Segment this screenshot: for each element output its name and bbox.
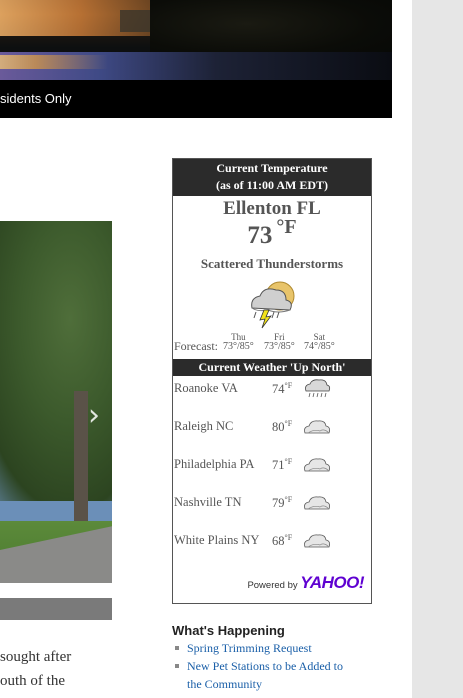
photo-caption-bar <box>0 598 112 620</box>
weather-header: Current Temperature (as of 11:00 AM EDT) <box>173 159 371 196</box>
north-city-temp: 80°F <box>272 419 293 435</box>
north-city-row: Nashville TN 79°F <box>173 490 371 528</box>
forecast-range: 73°/85° <box>223 341 254 352</box>
north-city-row: White Plains NY 68°F <box>173 528 371 566</box>
weather-header-time: (as of 11:00 AM EDT) <box>216 178 328 192</box>
cloud-icon <box>304 534 330 548</box>
forecast-row: Forecast: Thu 73°/85° Fri 73°/85° Sat 74… <box>173 332 371 356</box>
north-city-row: Roanoke VA 74°F <box>173 376 371 414</box>
forecast-range: 73°/85° <box>264 341 295 352</box>
forecast-day: Fri 73°/85° <box>264 332 295 352</box>
banner-photo <box>0 0 392 80</box>
forecast-day: Thu 73°/85° <box>223 332 254 352</box>
slider-next-icon[interactable]: › <box>88 401 104 431</box>
cloud-icon <box>304 458 330 472</box>
page-gutter <box>412 0 463 698</box>
forecast-day: Sat 74°/85° <box>304 332 335 352</box>
weather-city: Ellenton FL <box>223 198 321 219</box>
weather-header-title: Current Temperature <box>216 161 328 175</box>
header-banner: sidents Only <box>0 0 392 118</box>
happening-list: Spring Trimming Request New Pet Stations… <box>172 639 402 693</box>
temperature-unit: °F <box>276 216 297 238</box>
cloud-icon <box>304 496 330 510</box>
weather-condition: Scattered Thunderstorms <box>200 256 344 271</box>
temperature-value: 73 <box>247 222 273 249</box>
north-city-temp: 68°F <box>272 533 293 549</box>
yahoo-logo[interactable]: YAHOO! <box>300 573 364 592</box>
rain-cloud-icon <box>305 379 331 398</box>
current-temperature: 73 °F <box>173 216 371 252</box>
list-item: Spring Trimming Request <box>172 639 402 657</box>
up-north-header: Current Weather 'Up North' <box>173 359 371 376</box>
article-text: sought after outh of the <box>0 645 110 693</box>
happening-link[interactable]: New Pet Stations to be Added to the Commu… <box>187 659 343 691</box>
north-city-name: Roanoke VA <box>174 381 238 395</box>
north-city-name: Raleigh NC <box>174 419 234 433</box>
north-city-temp: 74°F <box>272 381 293 397</box>
article-line: outh of the <box>0 673 65 689</box>
whats-happening: What's Happening Spring Trimming Request… <box>172 623 402 693</box>
north-city-row: Raleigh NC 80°F <box>173 414 371 452</box>
list-item: New Pet Stations to be Added to the Commu… <box>172 657 402 693</box>
north-city-name: White Plains NY <box>174 533 260 547</box>
north-city-name: Philadelphia PA <box>174 457 255 471</box>
cloud-icon <box>304 420 330 434</box>
powered-by-label: Powered by <box>247 580 298 591</box>
whats-happening-title: What's Happening <box>172 623 285 638</box>
article-photo: › <box>0 221 112 583</box>
north-city-name: Nashville TN <box>174 495 242 509</box>
article-line: sought after <box>0 649 72 665</box>
north-city-temp: 79°F <box>272 495 293 511</box>
north-city-temp: 71°F <box>272 457 293 473</box>
weather-widget: Current Temperature (as of 11:00 AM EDT)… <box>172 158 372 604</box>
forecast-range: 74°/85° <box>304 341 335 352</box>
thunderstorm-icon <box>251 281 295 329</box>
forecast-label: Forecast: <box>174 339 218 353</box>
happening-link[interactable]: Spring Trimming Request <box>187 641 312 655</box>
north-city-row: Philadelphia PA 71°F <box>173 452 371 490</box>
yahoo-attribution[interactable]: Powered by YAHOO! <box>247 573 364 593</box>
banner-caption[interactable]: sidents Only <box>0 91 72 106</box>
